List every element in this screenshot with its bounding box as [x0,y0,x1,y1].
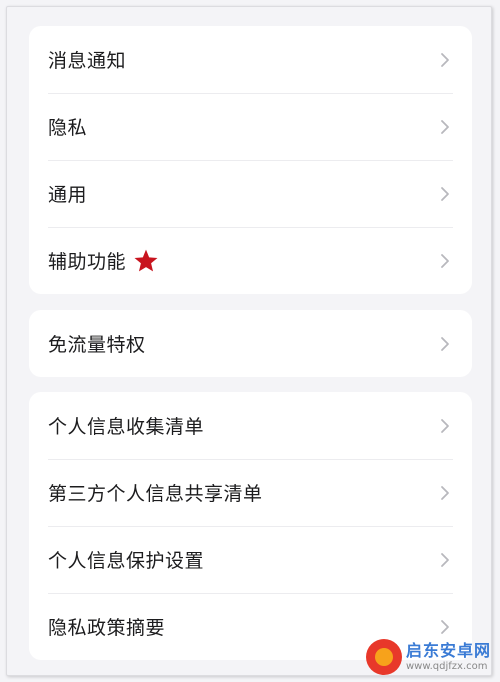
menu-item-label: 免流量特权 [48,334,146,356]
menu-item-label: 第三方个人信息共享清单 [48,483,263,505]
menu-item-notifications[interactable]: 消息通知 [29,26,472,93]
settings-group-3: 个人信息收集清单 第三方个人信息共享清单 个人信息保护设置 隐私政策摘要 [29,392,472,660]
settings-group-2: 免流量特权 [29,310,472,377]
menu-item-personal-info-collection-list[interactable]: 个人信息收集清单 [29,392,472,459]
watermark-site-url: www.qdjfzx.com [406,660,488,672]
menu-item-label: 辅助功能 [48,251,127,273]
star-icon [134,249,158,271]
watermark-site-name: 启东安卓网 [406,640,492,660]
menu-item-general[interactable]: 通用 [29,160,472,227]
chevron-right-icon [441,52,449,67]
menu-item-personal-info-protection-settings[interactable]: 个人信息保护设置 [29,526,472,593]
menu-item-privacy[interactable]: 隐私 [29,93,472,160]
chevron-right-icon [441,336,449,351]
chevron-right-icon [441,552,449,567]
menu-item-label: 消息通知 [48,50,127,72]
site-watermark: 启东安卓网 www.qdjfzx.com [366,636,496,678]
chevron-right-icon [441,418,449,433]
watermark-text: 启东安卓网 www.qdjfzx.com [406,640,492,672]
menu-item-label: 个人信息保护设置 [48,550,205,572]
menu-item-data-free-privilege[interactable]: 免流量特权 [29,310,472,377]
watermark-logo-icon [366,639,402,675]
menu-item-label: 通用 [48,184,88,206]
menu-item-accessibility[interactable]: 辅助功能 [29,227,472,294]
menu-item-label: 个人信息收集清单 [48,416,205,438]
menu-item-label: 隐私 [48,117,88,139]
chevron-right-icon [441,253,449,268]
settings-group-1: 消息通知 隐私 通用 辅助功能 [29,26,472,294]
chevron-right-icon [441,619,449,634]
chevron-right-icon [441,186,449,201]
chevron-right-icon [441,119,449,134]
menu-item-label: 隐私政策摘要 [48,617,166,639]
menu-item-third-party-sharing-list[interactable]: 第三方个人信息共享清单 [29,459,472,526]
chevron-right-icon [441,485,449,500]
